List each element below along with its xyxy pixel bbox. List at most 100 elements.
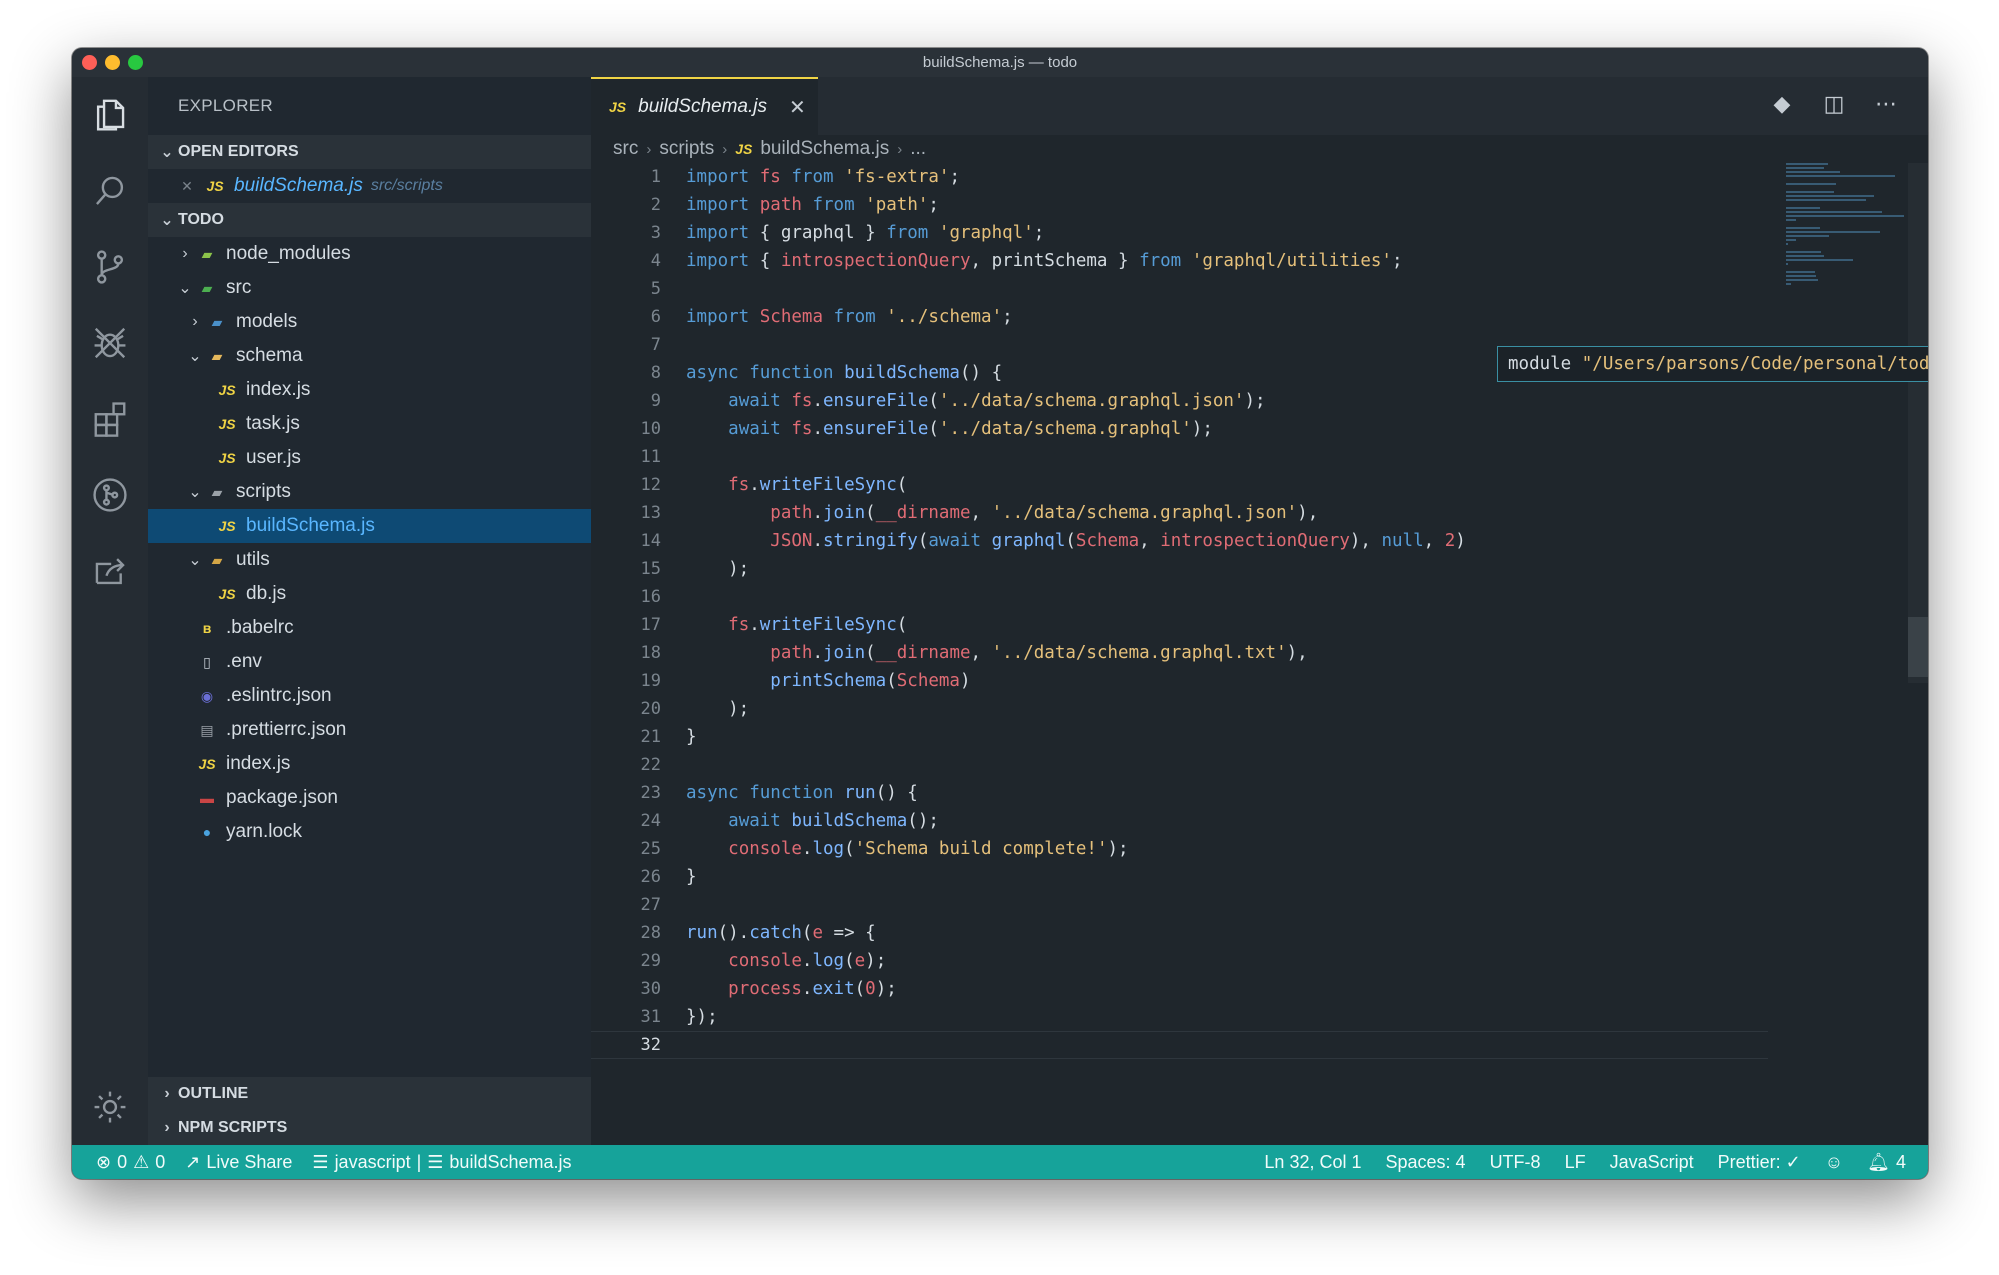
tree-item[interactable]: JS user.js: [148, 441, 591, 475]
line-text: }: [686, 867, 697, 887]
code-line[interactable]: 5: [591, 275, 1768, 303]
tree-item[interactable]: JS db.js: [148, 577, 591, 611]
line-number: 32: [640, 1035, 661, 1055]
outline-section[interactable]: › OUTLINE: [148, 1077, 591, 1111]
feedback-smiley-icon[interactable]: ☺: [1825, 1152, 1843, 1173]
indentation[interactable]: Spaces: 4: [1386, 1152, 1466, 1173]
tree-item[interactable]: › ▰ node_modules: [148, 237, 591, 271]
code-line[interactable]: 6 import Schema from '../schema';: [591, 303, 1768, 331]
code-line[interactable]: 17 fs.writeFileSync(: [591, 611, 1768, 639]
language-mode[interactable]: JavaScript: [1610, 1152, 1694, 1173]
code-line[interactable]: 9 await fs.ensureFile('../data/schema.gr…: [591, 387, 1768, 415]
tree-item[interactable]: ▤ .prettierrc.json: [148, 713, 591, 747]
tree-item[interactable]: JS index.js: [148, 373, 591, 407]
code-line[interactable]: 32: [591, 1031, 1768, 1059]
breadcrumb-scripts[interactable]: scripts: [659, 138, 714, 160]
cursor-position[interactable]: Ln 32, Col 1: [1264, 1152, 1361, 1173]
more-actions-icon[interactable]: ⋯: [1874, 91, 1898, 117]
live-share-label: Live Share: [206, 1151, 293, 1172]
breadcrumb-src[interactable]: src: [613, 138, 638, 160]
code-line[interactable]: 25 console.log('Schema build complete!')…: [591, 835, 1768, 863]
extensions-icon[interactable]: [72, 381, 148, 457]
prettier-status[interactable]: Prettier: ✓: [1718, 1152, 1801, 1173]
open-editors-section[interactable]: ⌄ OPEN EDITORS: [148, 135, 591, 169]
live-share-icon[interactable]: [72, 533, 148, 609]
search-icon[interactable]: [72, 153, 148, 229]
explorer-icon[interactable]: [72, 77, 148, 153]
minimize-window-button[interactable]: [105, 55, 120, 70]
debug-icon[interactable]: [72, 305, 148, 381]
minimap[interactable]: [1786, 163, 1906, 285]
npm-scripts-section[interactable]: › NPM SCRIPTS: [148, 1111, 591, 1145]
line-text: import { introspectionQuery, printSchema…: [686, 251, 1403, 271]
tree-item[interactable]: ⌄ ▰ schema: [148, 339, 591, 373]
line-ending[interactable]: LF: [1565, 1152, 1586, 1173]
tree-item[interactable]: ʙ .babelrc: [148, 611, 591, 645]
code-line[interactable]: 24 await buildSchema();: [591, 807, 1768, 835]
code-line[interactable]: 29 console.log(e);: [591, 947, 1768, 975]
code-line[interactable]: 31});: [591, 1003, 1768, 1031]
tree-item[interactable]: ▬ package.json: [148, 781, 591, 815]
code-line[interactable]: 16: [591, 583, 1768, 611]
code-line[interactable]: 2 import path from 'path';: [591, 191, 1768, 219]
language-symbol: javascript: [334, 1151, 411, 1172]
line-number: 29: [640, 951, 661, 971]
source-control-icon[interactable]: [72, 229, 148, 305]
open-editor-name: buildSchema.js: [234, 175, 363, 196]
encoding[interactable]: UTF-8: [1490, 1152, 1541, 1173]
tree-item[interactable]: ▯ .env: [148, 645, 591, 679]
split-editor-icon[interactable]: ◫: [1822, 91, 1846, 117]
close-icon[interactable]: ✕: [176, 175, 198, 197]
code-line[interactable]: 10 await fs.ensureFile('../data/schema.g…: [591, 415, 1768, 443]
problems-indicator[interactable]: ⊗ 0 ⚠ 0: [96, 1152, 165, 1173]
tree-item[interactable]: JS buildSchema.js: [148, 509, 591, 543]
tree-item[interactable]: ◉ .eslintrc.json: [148, 679, 591, 713]
tab-buildschema[interactable]: JS buildSchema.js ✕: [591, 77, 818, 135]
code-line[interactable]: 20 );: [591, 695, 1768, 723]
tree-item[interactable]: ⌄ ▰ scripts: [148, 475, 591, 509]
code-line[interactable]: 22: [591, 751, 1768, 779]
close-tab-icon[interactable]: ✕: [789, 95, 806, 120]
code-line[interactable]: 26}: [591, 863, 1768, 891]
tab-label: buildSchema.js: [638, 96, 767, 117]
code-line[interactable]: 19 printSchema(Schema): [591, 667, 1768, 695]
code-line[interactable]: 3 import { graphql } from 'graphql';: [591, 219, 1768, 247]
code-line[interactable]: 13 path.join(__dirname, '../data/schema.…: [591, 499, 1768, 527]
code-line[interactable]: 30 process.exit(0);: [591, 975, 1768, 1003]
code-line[interactable]: 18 path.join(__dirname, '../data/schema.…: [591, 639, 1768, 667]
minimap-line: [1786, 243, 1788, 245]
git-graph-icon[interactable]: [72, 457, 148, 533]
code-line[interactable]: 28 run().catch(e => {: [591, 919, 1768, 947]
code-editor[interactable]: 1 import fs from 'fs-extra'; 2 import path …: [591, 163, 1768, 1145]
open-editor-item[interactable]: ✕ JS buildSchema.js src/scripts: [148, 169, 591, 203]
live-share-button[interactable]: ↗ Live Share: [185, 1152, 292, 1173]
code-line[interactable]: 14 JSON.stringify(await graphql(Schema, …: [591, 527, 1768, 555]
code-line[interactable]: 27: [591, 891, 1768, 919]
git-compare-icon[interactable]: ◆: [1770, 91, 1794, 117]
code-line[interactable]: 4 import { introspectionQuery, printSchem…: [591, 247, 1768, 275]
tree-item[interactable]: JS task.js: [148, 407, 591, 441]
close-window-button[interactable]: [82, 55, 97, 70]
tree-item[interactable]: › ▰ models: [148, 305, 591, 339]
tree-item[interactable]: ⌄ ▰ utils: [148, 543, 591, 577]
scrollbar-thumb[interactable]: [1908, 617, 1928, 677]
tree-item[interactable]: JS index.js: [148, 747, 591, 781]
vertical-scrollbar[interactable]: [1908, 163, 1928, 683]
maximize-window-button[interactable]: [128, 55, 143, 70]
notifications[interactable]: 🔔︎ 4: [1867, 1152, 1906, 1173]
line-number: 20: [640, 699, 661, 719]
code-line[interactable]: 11: [591, 443, 1768, 471]
line-text: async function buildSchema() {: [686, 363, 1003, 383]
code-line[interactable]: 21}: [591, 723, 1768, 751]
code-line[interactable]: 12 fs.writeFileSync(: [591, 471, 1768, 499]
tree-item[interactable]: ⌄ ▰ src: [148, 271, 591, 305]
symbol-breadcrumb[interactable]: ☰ javascript | ☰ buildSchema.js: [312, 1152, 571, 1173]
code-line[interactable]: 23 async function run() {: [591, 779, 1768, 807]
tree-item[interactable]: ● yarn.lock: [148, 815, 591, 849]
breadcrumb-symbol[interactable]: ...: [910, 138, 926, 160]
breadcrumb-file[interactable]: buildSchema.js: [760, 138, 889, 160]
code-line[interactable]: 15 );: [591, 555, 1768, 583]
project-section[interactable]: ⌄ TODO: [148, 203, 591, 237]
settings-gear-icon[interactable]: [72, 1069, 148, 1145]
code-line[interactable]: 1 import fs from 'fs-extra';: [591, 163, 1768, 191]
